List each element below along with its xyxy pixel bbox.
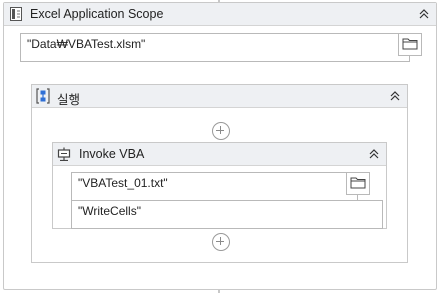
add-activity-plus-icon[interactable] — [212, 122, 230, 140]
invoke-vba-title: Invoke VBA — [79, 147, 145, 161]
invoke-vba-icon — [57, 147, 71, 162]
bottom-connector — [218, 290, 220, 293]
excel-scope-header: Excel Application Scope — [4, 3, 436, 26]
workbook-path-input[interactable]: "Data₩VBATest.xlsm" — [20, 33, 410, 62]
invoke-vba-activity[interactable]: Invoke VBA "VBATest_01.txt" "WriteCells" — [52, 142, 387, 229]
sequence-header: 실행 — [32, 85, 407, 108]
code-file-path-input[interactable]: "VBATest_01.txt" — [71, 172, 358, 201]
add-activity-plus-icon[interactable] — [212, 233, 230, 251]
browse-code-file-button[interactable] — [346, 172, 370, 195]
folder-icon — [350, 176, 366, 192]
collapse-chevron-icon[interactable] — [386, 87, 403, 104]
folder-icon — [402, 37, 418, 53]
collapse-chevron-icon[interactable] — [415, 5, 432, 22]
entry-method-name-input[interactable]: "WriteCells" — [71, 200, 383, 229]
collapse-chevron-icon[interactable] — [365, 145, 382, 162]
browse-workbook-button[interactable] — [398, 33, 422, 56]
sequence-icon — [36, 88, 50, 104]
sequence-title: 실행 — [57, 93, 81, 107]
excel-scope-title: Excel Application Scope — [30, 7, 164, 21]
invoke-vba-header: Invoke VBA — [53, 143, 386, 166]
excel-scope-icon — [10, 7, 22, 21]
